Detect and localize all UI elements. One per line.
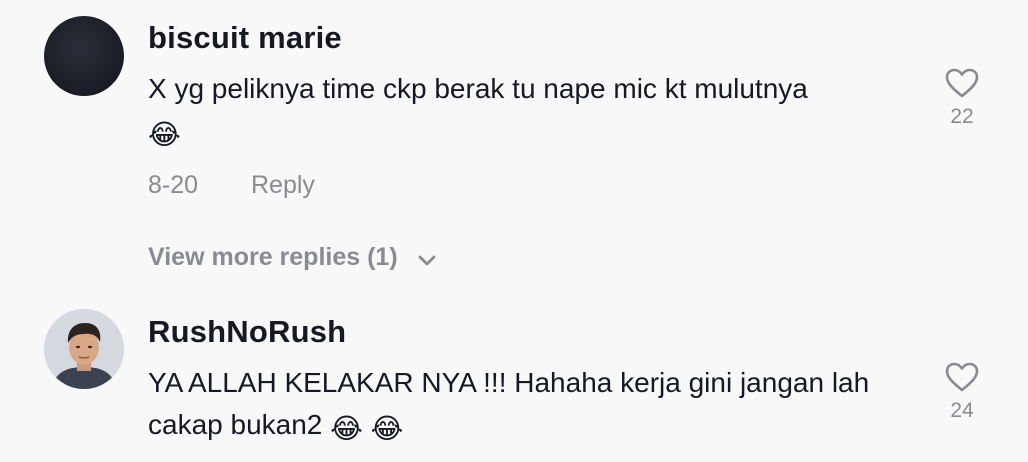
like-count: 24: [950, 399, 974, 422]
like-button[interactable]: 22: [940, 67, 984, 129]
like-button[interactable]: 24: [940, 361, 984, 423]
avatar[interactable]: [44, 309, 124, 389]
reply-button[interactable]: Reply: [251, 171, 315, 199]
heart-outline-icon: [945, 68, 979, 98]
laughing-emoji-icon: 😂 😂: [330, 413, 404, 444]
comment-text-body: YA ALLAH KELAKAR NYA !!! Hahaha kerja gi…: [148, 367, 870, 440]
comment-text-body: X yg peliknya time ckp berak tu nape mic…: [148, 73, 808, 104]
view-more-replies-label: View more replies (1): [148, 243, 398, 271]
like-count: 22: [950, 105, 974, 128]
chevron-down-icon: [418, 255, 436, 266]
comment-text: YA ALLAH KELAKAR NYA !!! Hahaha kerja gi…: [148, 362, 908, 450]
comment-username[interactable]: biscuit marie: [148, 20, 342, 56]
laughing-emoji-icon: 😂: [148, 119, 181, 150]
person-photo-icon: [44, 309, 124, 389]
avatar[interactable]: [44, 16, 124, 96]
comment-text: X yg peliknya time ckp berak tu nape mic…: [148, 68, 908, 156]
comment-meta: 8-20 Reply: [148, 171, 315, 200]
view-more-replies-button[interactable]: View more replies (1): [148, 243, 437, 272]
comment-date: 8-20: [148, 171, 199, 199]
comment-username[interactable]: RushNoRush: [148, 314, 346, 350]
heart-outline-icon: [945, 362, 979, 392]
